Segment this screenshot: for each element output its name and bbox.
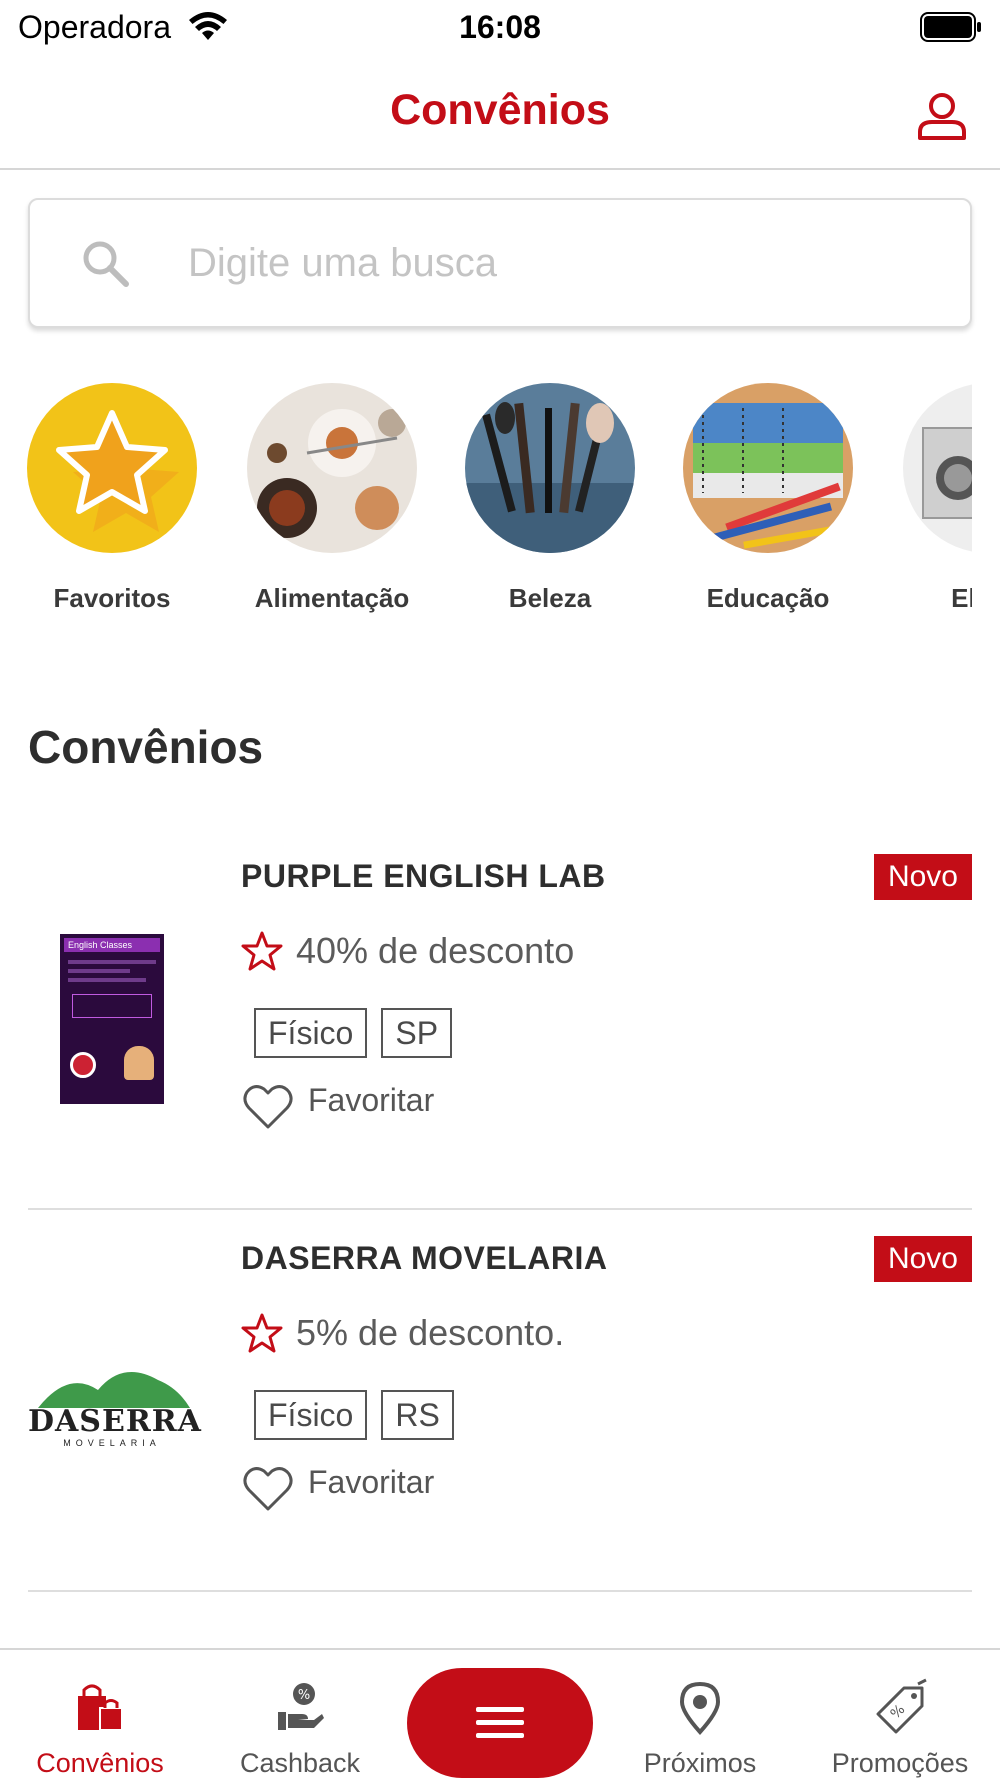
category-label: Beleza: [508, 583, 592, 613]
app-header: Convênios: [0, 56, 1000, 170]
heart-icon[interactable]: [241, 1080, 295, 1134]
tab-label: Promoções: [831, 1748, 969, 1778]
appliances-photo: [903, 383, 972, 553]
category-educacao[interactable]: Educação: [658, 380, 878, 614]
deal-logo: English Classes: [60, 934, 164, 1104]
tab-promocoes[interactable]: % Promoções: [800, 1650, 1000, 1778]
deal-discount: 40% de desconto: [296, 930, 575, 971]
category-favoritos[interactable]: Favoritos: [2, 380, 222, 614]
star-outline-icon: [241, 1313, 283, 1353]
logo-text: DASERRA: [28, 1404, 202, 1439]
tag-state: SP: [381, 1008, 453, 1058]
cashback-hand-icon: %: [278, 1683, 324, 1730]
category-alimentacao[interactable]: Alimentação: [222, 380, 442, 614]
deal-name: PURPLE ENGLISH LAB: [241, 858, 606, 894]
tag-type: Físico: [254, 1008, 368, 1058]
hamburger-menu-icon: [476, 1707, 524, 1738]
new-badge: Novo: [873, 854, 972, 900]
category-eletro[interactable]: Eletro: [878, 380, 972, 614]
category-beleza[interactable]: Beleza: [440, 380, 660, 614]
favorite-button[interactable]: Favoritar: [308, 1082, 434, 1119]
main-menu-button[interactable]: [407, 1668, 593, 1778]
heart-icon[interactable]: [241, 1462, 295, 1516]
search-box: [28, 198, 972, 328]
profile-icon[interactable]: [912, 86, 972, 146]
tag-state: RS: [381, 1390, 454, 1440]
bottom-tab-bar: Convênios % Cashback Próximos % Promoçõe…: [0, 1648, 1000, 1778]
category-label: Educação: [706, 583, 830, 613]
search-input[interactable]: [188, 200, 928, 326]
tab-proximos[interactable]: Próximos: [600, 1650, 800, 1778]
deal-discount: 5% de desconto.: [296, 1312, 565, 1353]
tab-cashback[interactable]: % Cashback: [200, 1650, 400, 1778]
shopping-bags-icon: [78, 1684, 123, 1731]
deal-name: DASERRA MOVELARIA: [241, 1240, 608, 1276]
makeup-brushes-photo: [465, 383, 635, 553]
star-outline-icon: [241, 931, 283, 971]
star-icon: [27, 383, 197, 553]
tab-label: Próximos: [643, 1748, 757, 1778]
deal-logo: DASERRA MOVELARIA: [28, 1360, 202, 1460]
battery-icon: [920, 12, 981, 42]
logo-subtext: MOVELARIA: [63, 1438, 161, 1448]
tab-convenios[interactable]: Convênios: [0, 1650, 200, 1778]
status-bar: Operadora 16:08: [0, 0, 1000, 56]
status-time: 16:08: [459, 9, 541, 45]
food-photo: [247, 383, 417, 553]
school-supplies-photo: [683, 383, 853, 553]
location-pin-icon: [679, 1681, 721, 1735]
category-label: Alimentação: [254, 583, 410, 613]
section-title: Convênios: [28, 721, 264, 773]
category-label: Eletro: [951, 583, 972, 613]
deal-item[interactable]: DASERRA MOVELARIA DASERRA MOVELARIA Novo…: [28, 1212, 972, 1592]
page-title: Convênios: [390, 86, 610, 134]
tab-label: Convênios: [36, 1748, 164, 1778]
new-badge: Novo: [873, 1236, 972, 1282]
price-tag-icon: %: [876, 1678, 927, 1734]
tab-label: Cashback: [239, 1748, 361, 1778]
svg-text:%: %: [298, 1688, 310, 1703]
logo-text: English Classes: [64, 938, 160, 952]
favorite-button[interactable]: Favoritar: [308, 1464, 434, 1501]
search-icon: [83, 241, 129, 287]
deal-tags: Físico RS: [254, 1390, 454, 1440]
deal-tags: Físico SP: [254, 1008, 453, 1058]
deal-item[interactable]: English Classes PURPLE ENGLISH LAB Novo …: [28, 830, 972, 1210]
category-carousel: Favoritos Alimentação Beleza Educação E: [0, 380, 972, 630]
category-label: Favoritos: [53, 583, 171, 613]
tag-type: Físico: [254, 1390, 368, 1440]
svg-text:%: %: [888, 1702, 909, 1723]
